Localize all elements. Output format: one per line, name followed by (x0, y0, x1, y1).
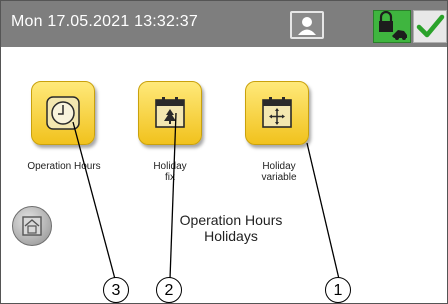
callout-lines (72, 112, 340, 280)
callout-1: 1 (325, 277, 351, 303)
callout-2: 2 (156, 277, 182, 303)
callout-3: 3 (103, 277, 129, 303)
screen-frame: Mon 17.05.2021 13:32:37 Operation Hours … (0, 0, 448, 304)
